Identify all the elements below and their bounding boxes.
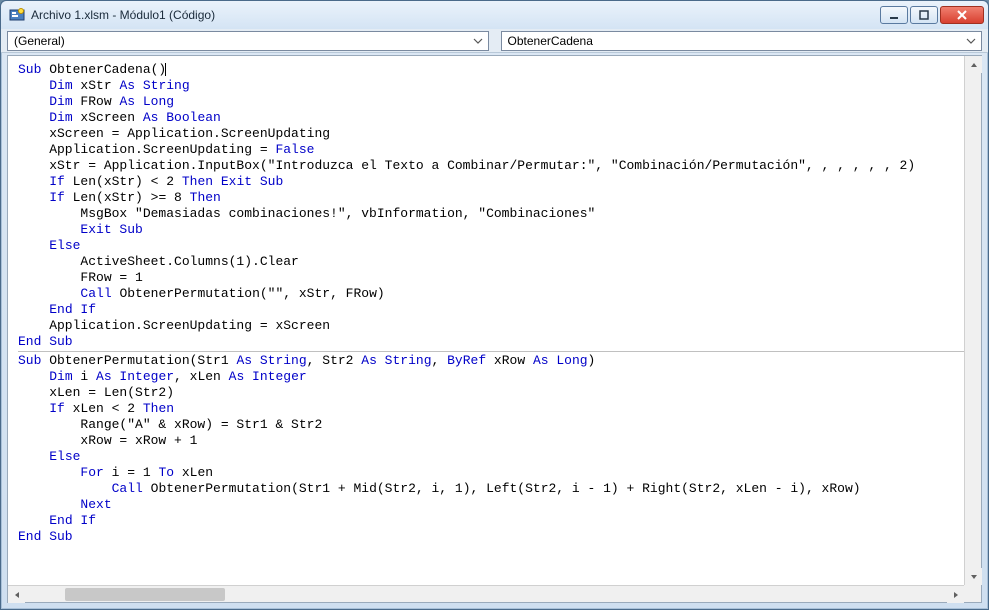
app-icon [9,7,25,23]
procedure-dropdown-value: ObtenerCadena [508,34,966,48]
scroll-up-button[interactable] [965,56,982,73]
scroll-down-button[interactable] [965,568,982,585]
scroll-left-button[interactable] [8,586,25,603]
object-dropdown[interactable]: (General) [7,31,489,51]
v-scroll-track[interactable] [965,73,981,568]
vertical-scrollbar[interactable] [964,56,981,585]
code-editor[interactable]: Sub ObtenerCadena() Dim xStr As String D… [8,56,981,602]
object-proc-bar: (General) ObtenerCadena [1,29,988,53]
window-controls [880,6,984,24]
maximize-button[interactable] [910,6,938,24]
code-pane: Sub ObtenerCadena() Dim xStr As String D… [7,55,982,603]
object-dropdown-value: (General) [14,34,472,48]
procedure-dropdown[interactable]: ObtenerCadena [501,31,983,51]
chevron-down-icon [472,38,484,44]
titlebar[interactable]: Archivo 1.xlsm - Módulo1 (Código) [1,1,988,29]
minimize-button[interactable] [880,6,908,24]
vbe-window: Archivo 1.xlsm - Módulo1 (Código) (Gener… [0,0,989,610]
scroll-corner [964,585,981,602]
horizontal-scrollbar[interactable] [8,585,964,602]
h-scroll-track[interactable] [25,586,947,602]
scroll-right-button[interactable] [947,586,964,603]
close-button[interactable] [940,6,984,24]
h-scroll-thumb[interactable] [65,588,225,601]
window-title: Archivo 1.xlsm - Módulo1 (Código) [31,8,880,22]
chevron-down-icon [965,38,977,44]
